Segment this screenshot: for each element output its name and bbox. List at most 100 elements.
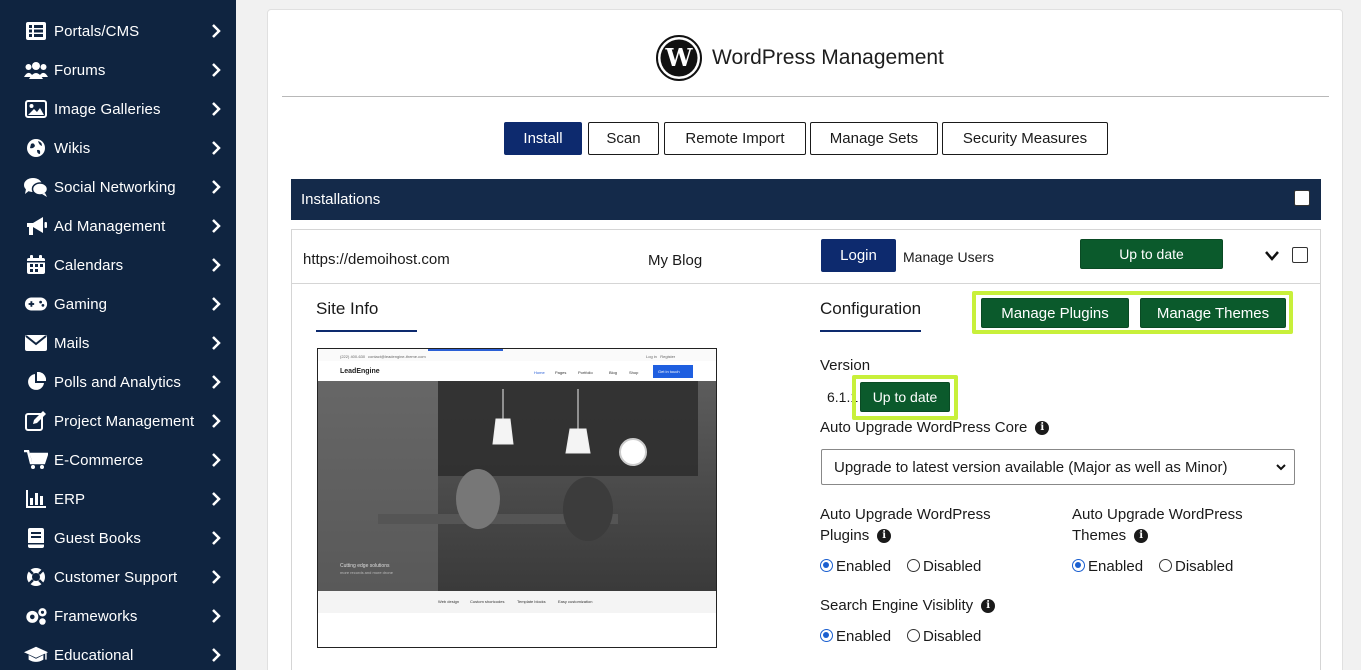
row-divider xyxy=(292,283,1320,284)
sidebar-item-project-management[interactable]: Project Management xyxy=(0,403,236,439)
installations-title: Installations xyxy=(301,191,381,208)
users-icon xyxy=(24,58,48,82)
auto-upgrade-themes-label: Themes i xyxy=(1072,527,1149,544)
chevron-right-icon xyxy=(210,257,222,273)
configuration-title: Configuration xyxy=(820,299,922,318)
configuration-underline xyxy=(820,330,921,332)
sidebar-item-forums[interactable]: Forums xyxy=(0,52,236,88)
themes-enabled-label[interactable]: Enabled xyxy=(1088,558,1143,575)
manage-users-link[interactable]: Manage Users xyxy=(903,249,994,265)
main-panel: W WordPress Management Install Scan Remo… xyxy=(267,9,1343,670)
sidebar-item-customer-support[interactable]: Customer Support xyxy=(0,559,236,595)
edit-icon xyxy=(24,409,48,433)
info-icon[interactable]: i xyxy=(1134,529,1149,544)
chat-icon xyxy=(24,175,48,199)
cart-icon xyxy=(24,448,48,472)
sidebar-item-guest-books[interactable]: Guest Books xyxy=(0,520,236,556)
search-engine-text: Search Engine Visiblity xyxy=(820,597,974,614)
sidebar-item-social-networking[interactable]: Social Networking xyxy=(0,169,236,205)
sidebar-item-portals-cms[interactable]: Portals/CMS xyxy=(0,13,236,49)
sidebar-item-label: Forums xyxy=(54,61,106,79)
preview-feature-easy-customization: Easy customization xyxy=(558,599,593,604)
page-title: WordPress Management xyxy=(712,46,944,69)
sidebar-item-label: Wikis xyxy=(54,139,91,157)
tab-scan[interactable]: Scan xyxy=(588,122,659,155)
themes-enabled-radio[interactable] xyxy=(1072,559,1085,572)
info-icon[interactable]: i xyxy=(1035,421,1050,436)
info-icon[interactable]: i xyxy=(981,599,996,614)
sidebar-item-label: Portals/CMS xyxy=(54,22,140,40)
manage-themes-button[interactable]: Manage Themes xyxy=(1140,298,1286,328)
preview-feature-web-design: Web design xyxy=(438,599,460,604)
preview-topbar-links: Log in Register xyxy=(646,354,676,359)
auto-upgrade-core-select[interactable]: Upgrade to latest version available (Maj… xyxy=(821,449,1295,485)
select-all-checkbox[interactable] xyxy=(1294,190,1310,206)
megaphone-icon xyxy=(24,214,48,238)
sidebar-item-label: Calendars xyxy=(54,256,124,274)
search-engine-enabled-radio[interactable] xyxy=(820,629,833,642)
chevron-right-icon xyxy=(210,23,222,39)
chevron-right-icon xyxy=(210,413,222,429)
site-preview-image[interactable]: (222) 400-630 contact@leadengine-theme.c… xyxy=(317,348,717,648)
plugins-enabled-label[interactable]: Enabled xyxy=(836,558,891,575)
sidebar-item-wikis[interactable]: Wikis xyxy=(0,130,236,166)
sidebar-item-polls-and-analytics[interactable]: Polls and Analytics xyxy=(0,364,236,400)
sidebar-item-calendars[interactable]: Calendars xyxy=(0,247,236,283)
tab-remote-import[interactable]: Remote Import xyxy=(664,122,806,155)
sidebar-item-educational[interactable]: Educational xyxy=(0,637,236,670)
site-info-title: Site Info xyxy=(316,299,379,318)
chevron-right-icon xyxy=(210,569,222,585)
login-button[interactable]: Login xyxy=(821,239,896,272)
chevron-down-icon[interactable] xyxy=(1264,250,1280,262)
search-engine-disabled-label[interactable]: Disabled xyxy=(923,628,981,645)
sidebar-item-e-commerce[interactable]: E-Commerce xyxy=(0,442,236,478)
chevron-right-icon xyxy=(210,179,222,195)
sidebar-item-label: Mails xyxy=(54,334,90,352)
header-divider xyxy=(282,96,1329,97)
sidebar-item-label: Image Galleries xyxy=(54,100,161,118)
sidebar-item-erp[interactable]: ERP xyxy=(0,481,236,517)
chevron-right-icon xyxy=(210,608,222,624)
tab-install[interactable]: Install xyxy=(504,122,582,155)
chevron-right-icon xyxy=(210,140,222,156)
plugins-disabled-label[interactable]: Disabled xyxy=(923,558,981,575)
installation-url[interactable]: https://demoihost.com xyxy=(303,251,450,268)
sidebar-item-image-galleries[interactable]: Image Galleries xyxy=(0,91,236,127)
info-icon[interactable]: i xyxy=(877,529,892,544)
auto-upgrade-plugins-label-line1: Auto Upgrade WordPress xyxy=(820,506,991,523)
sidebar-item-label: Ad Management xyxy=(54,217,166,235)
preview-nav-home: Home xyxy=(534,370,545,375)
chevron-right-icon xyxy=(210,491,222,507)
status-badge: Up to date xyxy=(1080,239,1223,269)
auto-upgrade-themes-label-line2: Themes xyxy=(1072,527,1127,544)
site-info-underline xyxy=(316,330,417,332)
search-engine-disabled-radio[interactable] xyxy=(907,629,920,642)
chevron-right-icon xyxy=(210,296,222,312)
sidebar-item-label: Educational xyxy=(54,646,134,664)
sidebar-item-label: E-Commerce xyxy=(54,451,144,469)
manage-plugins-button[interactable]: Manage Plugins xyxy=(981,298,1129,328)
tab-manage-sets[interactable]: Manage Sets xyxy=(810,122,938,155)
sidebar-item-frameworks[interactable]: Frameworks xyxy=(0,598,236,634)
preview-cta: Get in touch xyxy=(658,369,680,374)
chevron-right-icon xyxy=(210,452,222,468)
themes-disabled-radio[interactable] xyxy=(1159,559,1172,572)
sidebar-item-mails[interactable]: Mails xyxy=(0,325,236,361)
plugins-enabled-radio[interactable] xyxy=(820,559,833,572)
wordpress-logo-icon: W xyxy=(656,35,702,81)
chevron-right-icon xyxy=(210,335,222,351)
sidebar-item-ad-management[interactable]: Ad Management xyxy=(0,208,236,244)
page-header: W WordPress Management xyxy=(656,34,944,82)
themes-disabled-label[interactable]: Disabled xyxy=(1175,558,1233,575)
auto-upgrade-plugins-label-line2: Plugins xyxy=(820,527,870,544)
sidebar-item-gaming[interactable]: Gaming xyxy=(0,286,236,322)
plugins-disabled-radio[interactable] xyxy=(907,559,920,572)
chevron-right-icon xyxy=(210,101,222,117)
search-engine-enabled-label[interactable]: Enabled xyxy=(836,628,891,645)
tab-security-measures[interactable]: Security Measures xyxy=(942,122,1108,155)
envelope-icon xyxy=(24,331,48,355)
row-checkbox[interactable] xyxy=(1292,247,1308,263)
chevron-right-icon xyxy=(210,530,222,546)
chevron-right-icon xyxy=(210,647,222,663)
calendar-icon xyxy=(24,253,48,277)
